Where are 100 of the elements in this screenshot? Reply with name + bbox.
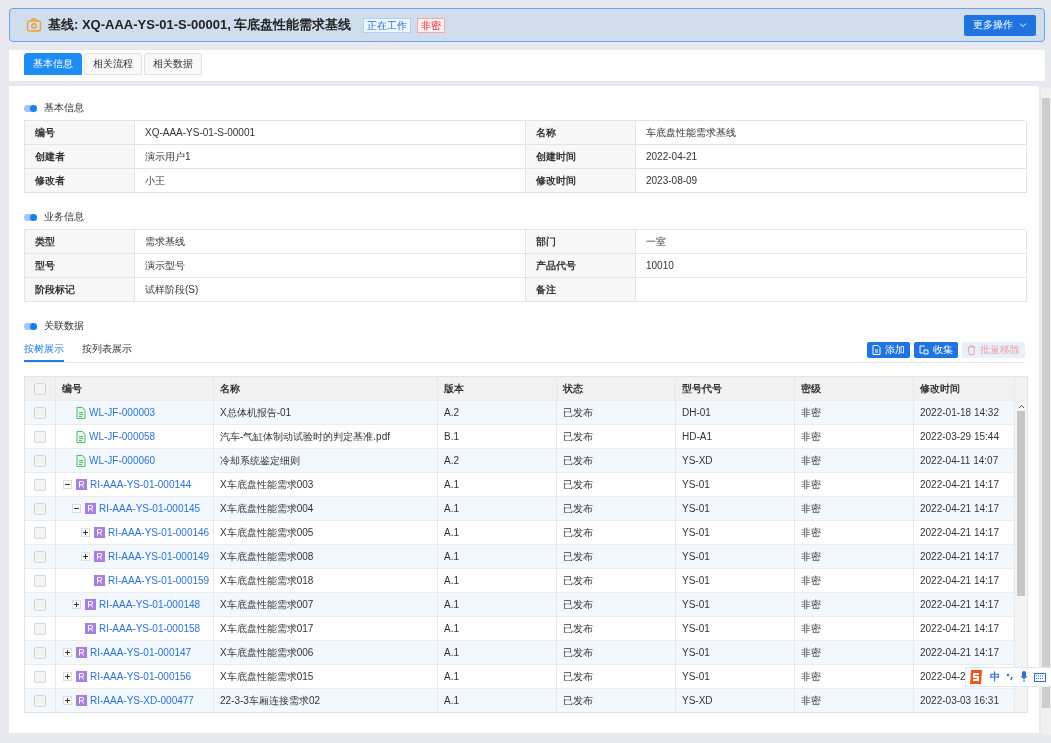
checkbox[interactable] xyxy=(34,574,46,587)
table-cell: YS-01 xyxy=(676,569,795,592)
expand-icon[interactable] xyxy=(63,648,72,657)
table-cell: 已发布 xyxy=(557,593,676,616)
caret-icon xyxy=(1019,22,1027,28)
camera-icon xyxy=(26,17,42,33)
column-header: 型号代号 xyxy=(676,377,795,400)
item-link[interactable]: RI-AAA-YS-01-000145 xyxy=(99,503,201,514)
field-value: 演示用户1 xyxy=(135,145,526,169)
checkbox[interactable] xyxy=(34,382,46,395)
table-cell: X车底盘性能需求015 xyxy=(214,665,438,688)
checkbox[interactable] xyxy=(34,694,46,707)
tab[interactable]: 相关数据 xyxy=(144,53,202,75)
table-cell: 非密 xyxy=(795,545,914,568)
ime-mode-label[interactable]: 中 xyxy=(990,670,1000,684)
table-cell: 非密 xyxy=(795,593,914,616)
item-link[interactable]: RI-AAA-YS-XD-000477 xyxy=(90,695,194,706)
scrollbar[interactable] xyxy=(1041,88,1051,735)
checkbox[interactable] xyxy=(34,478,46,491)
ime-toolbar[interactable]: 中 xyxy=(965,667,1051,687)
item-link[interactable]: RI-AAA-YS-01-000146 xyxy=(108,527,210,538)
field-value: 2023-08-09 xyxy=(636,169,1027,193)
table-cell: X总体机报告-01 xyxy=(214,401,438,424)
status-tag: 正在工作 xyxy=(363,17,412,33)
checkbox[interactable] xyxy=(34,598,46,611)
item-link[interactable]: RI-AAA-YS-01-000156 xyxy=(90,671,192,682)
checkbox[interactable] xyxy=(34,430,46,443)
item-link[interactable]: WL-JF-000058 xyxy=(89,431,156,442)
field-label: 名称 xyxy=(526,121,636,145)
scroll-up-icon[interactable] xyxy=(1017,404,1025,409)
expand-icon[interactable] xyxy=(81,552,90,561)
punctuation-icon[interactable] xyxy=(1006,673,1014,681)
checkbox[interactable] xyxy=(34,670,46,683)
item-link[interactable]: RI-AAA-YS-01-000148 xyxy=(99,599,201,610)
table-cell: 非密 xyxy=(795,425,914,448)
table-cell: 已发布 xyxy=(557,521,676,544)
scrollbar[interactable] xyxy=(1015,401,1027,712)
table-cell: DH-01 xyxy=(676,401,795,424)
collapse-icon[interactable] xyxy=(63,480,72,489)
keyboard-icon[interactable] xyxy=(1034,672,1046,682)
expand-icon[interactable] xyxy=(63,696,72,705)
field-label: 备注 xyxy=(526,278,636,302)
checkbox[interactable] xyxy=(34,646,46,659)
table-cell: 已发布 xyxy=(557,425,676,448)
tab[interactable]: 相关流程 xyxy=(84,53,142,75)
item-link[interactable]: RI-AAA-YS-01-000159 xyxy=(108,575,210,586)
more-actions-button[interactable]: 更多操作 xyxy=(964,14,1036,36)
field-value: 需求基线 xyxy=(135,230,526,254)
view-tab[interactable]: 按列表展示 xyxy=(82,338,132,362)
add-button[interactable]: 添加 xyxy=(867,342,910,358)
collapse-icon[interactable] xyxy=(72,504,81,513)
table-cell: 已发布 xyxy=(557,473,676,496)
field-value: 10010 xyxy=(636,254,1027,278)
tab[interactable]: 基本信息 xyxy=(24,53,82,75)
table-cell: 非密 xyxy=(795,617,914,640)
table-cell: YS-XD xyxy=(676,449,795,472)
section-icon xyxy=(24,213,38,221)
field-label: 创建者 xyxy=(25,145,135,169)
field-label: 类型 xyxy=(25,230,135,254)
collect-button[interactable]: 收集 xyxy=(914,342,958,358)
table-cell: A.2 xyxy=(438,401,557,424)
checkbox[interactable] xyxy=(34,406,46,419)
field-value: 车底盘性能需求基线 xyxy=(636,121,1027,145)
item-link[interactable]: RI-AAA-YS-01-000149 xyxy=(108,551,210,562)
item-link[interactable]: RI-AAA-YS-01-000144 xyxy=(90,479,192,490)
table-cell: X车底盘性能需求006 xyxy=(214,641,438,664)
item-link[interactable]: RI-AAA-YS-01-000147 xyxy=(90,647,192,658)
table-cell: YS-01 xyxy=(676,545,795,568)
field-value: XQ-AAA-YS-01-S-00001 xyxy=(135,121,526,145)
table-cell: 冷却系统鉴定细则 xyxy=(214,449,438,472)
item-link[interactable]: WL-JF-000003 xyxy=(89,407,156,418)
document-icon xyxy=(872,345,881,355)
expand-icon[interactable] xyxy=(63,672,72,681)
table-cell: A.1 xyxy=(438,617,557,640)
table-cell: 非密 xyxy=(795,473,914,496)
table-cell: 非密 xyxy=(795,641,914,664)
microphone-icon[interactable] xyxy=(1020,671,1028,683)
table-cell: A.1 xyxy=(438,545,557,568)
checkbox[interactable] xyxy=(34,454,46,467)
expand-icon[interactable] xyxy=(72,600,81,609)
checkbox[interactable] xyxy=(34,526,46,539)
field-label: 部门 xyxy=(526,230,636,254)
field-label: 产品代号 xyxy=(526,254,636,278)
checkbox[interactable] xyxy=(34,502,46,515)
table-cell: 已发布 xyxy=(557,689,676,712)
expand-icon[interactable] xyxy=(81,528,90,537)
field-label: 修改者 xyxy=(25,169,135,193)
item-link[interactable]: RI-AAA-YS-01-000158 xyxy=(99,623,201,634)
checkbox[interactable] xyxy=(34,622,46,635)
table-cell: A.1 xyxy=(438,689,557,712)
column-header: 版本 xyxy=(438,377,557,400)
field-label: 阶段标记 xyxy=(25,278,135,302)
table-cell: 已发布 xyxy=(557,545,676,568)
item-link[interactable]: WL-JF-000060 xyxy=(89,455,156,466)
view-tab[interactable]: 按树展示 xyxy=(24,338,64,362)
table-cell: YS-01 xyxy=(676,497,795,520)
table-cell: A.1 xyxy=(438,665,557,688)
table-cell: 已发布 xyxy=(557,497,676,520)
checkbox[interactable] xyxy=(34,550,46,563)
column-header: 名称 xyxy=(214,377,438,400)
